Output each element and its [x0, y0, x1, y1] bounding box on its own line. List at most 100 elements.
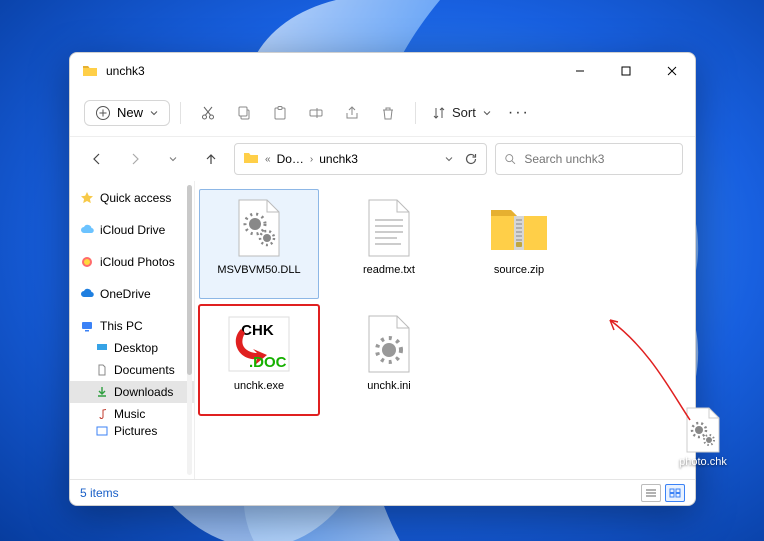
view-toggle [641, 484, 685, 502]
file-name: unchk.exe [234, 380, 284, 392]
separator [415, 102, 416, 124]
forward-button[interactable] [120, 144, 150, 174]
delete-button[interactable] [371, 96, 405, 130]
explorer-body: Quick access iCloud Drive iCloud Photos … [70, 181, 695, 479]
cut-button[interactable] [191, 96, 225, 130]
file-name: source.zip [494, 264, 544, 276]
file-item[interactable]: unchk.ini [329, 305, 449, 415]
icons-view-button[interactable] [665, 484, 685, 502]
pc-icon [80, 319, 94, 333]
desktop-icon [96, 342, 108, 354]
up-button[interactable] [196, 144, 226, 174]
sidebar-label: iCloud Drive [100, 223, 165, 237]
document-icon [96, 364, 108, 376]
ini-file-icon [357, 312, 421, 376]
download-icon [96, 386, 108, 398]
file-name: unchk.ini [367, 380, 410, 392]
sidebar-item-pictures[interactable]: Pictures [70, 425, 194, 437]
zip-file-icon [487, 196, 551, 260]
details-view-button[interactable] [641, 484, 661, 502]
sidebar-label: Downloads [114, 385, 173, 399]
toolbar: New Sort ··· [70, 89, 695, 137]
sidebar: Quick access iCloud Drive iCloud Photos … [70, 181, 195, 479]
photos-icon [80, 255, 94, 269]
breadcrumb-seg[interactable]: unchk3 [319, 152, 358, 166]
file-item[interactable]: readme.txt [329, 189, 449, 299]
more-button[interactable]: ··· [500, 104, 538, 122]
file-name: MSVBVM50.DLL [217, 264, 300, 276]
breadcrumb-seg[interactable]: Do… [277, 152, 304, 166]
breadcrumb-chevron: « [265, 154, 271, 165]
sidebar-label: OneDrive [100, 287, 151, 301]
file-item[interactable]: source.zip [459, 189, 579, 299]
chk-file-icon [681, 406, 725, 454]
paste-button[interactable] [263, 96, 297, 130]
sidebar-label: Music [114, 407, 145, 421]
sidebar-label: iCloud Photos [100, 255, 175, 269]
sidebar-item-icloud-drive[interactable]: iCloud Drive [70, 219, 194, 241]
rename-button[interactable] [299, 96, 333, 130]
file-item[interactable]: .CHK.DOC unchk.exe [199, 305, 319, 415]
new-label: New [117, 105, 143, 120]
file-item[interactable]: MSVBVM50.DLL [199, 189, 319, 299]
chevron-down-icon [149, 108, 159, 118]
file-list: MSVBVM50.DLL readme.txt source.zip .CHK.… [195, 181, 695, 479]
search-input[interactable] [524, 152, 674, 166]
folder-icon [82, 63, 98, 79]
sidebar-scrollbar[interactable] [187, 185, 192, 475]
exe-file-icon: .CHK.DOC [227, 312, 291, 376]
file-explorer-window: unchk3 New Sort ··· [69, 52, 696, 506]
window-controls [557, 55, 695, 87]
window-title: unchk3 [106, 64, 145, 78]
scrollbar-thumb[interactable] [187, 185, 192, 375]
search-icon [504, 152, 516, 166]
chevron-down-icon[interactable] [444, 154, 454, 164]
titlebar: unchk3 [70, 53, 695, 89]
sort-label: Sort [452, 105, 476, 120]
sort-icon [432, 106, 446, 120]
svg-text:.DOC: .DOC [249, 354, 287, 371]
sidebar-item-music[interactable]: Music [70, 403, 194, 425]
sidebar-item-icloud-photos[interactable]: iCloud Photos [70, 251, 194, 273]
sidebar-label: Quick access [100, 191, 171, 205]
search-box[interactable] [495, 143, 683, 175]
item-count: 5 items [80, 486, 119, 500]
refresh-button[interactable] [464, 152, 478, 166]
sidebar-label: Pictures [114, 425, 157, 437]
desktop-file-name: photo.chk [679, 456, 727, 468]
desktop-file[interactable]: photo.chk [668, 406, 738, 468]
chevron-right-icon: › [310, 154, 313, 165]
sidebar-item-quick-access[interactable]: Quick access [70, 187, 194, 209]
copy-button[interactable] [227, 96, 261, 130]
sidebar-label: Desktop [114, 341, 158, 355]
sidebar-item-desktop[interactable]: Desktop [70, 337, 194, 359]
close-button[interactable] [649, 55, 695, 87]
file-name: readme.txt [363, 264, 415, 276]
chevron-down-icon [482, 108, 492, 118]
maximize-button[interactable] [603, 55, 649, 87]
nav-row: « Do… › unchk3 [70, 137, 695, 181]
star-icon [80, 191, 94, 205]
sidebar-item-downloads[interactable]: Downloads [70, 381, 194, 403]
plus-circle-icon [95, 105, 111, 121]
pictures-icon [96, 425, 108, 437]
sidebar-item-this-pc[interactable]: This PC [70, 315, 194, 337]
back-button[interactable] [82, 144, 112, 174]
status-bar: 5 items [70, 479, 695, 505]
dll-file-icon [227, 196, 291, 260]
address-bar[interactable]: « Do… › unchk3 [234, 143, 487, 175]
music-icon [96, 408, 108, 420]
sidebar-item-onedrive[interactable]: OneDrive [70, 283, 194, 305]
share-button[interactable] [335, 96, 369, 130]
sidebar-label: This PC [100, 319, 143, 333]
sidebar-item-documents[interactable]: Documents [70, 359, 194, 381]
separator [180, 102, 181, 124]
new-button[interactable]: New [84, 100, 170, 126]
folder-icon [243, 150, 259, 169]
text-file-icon [357, 196, 421, 260]
cloud-icon [80, 223, 94, 237]
cloud-icon [80, 287, 94, 301]
recent-button[interactable] [158, 144, 188, 174]
minimize-button[interactable] [557, 55, 603, 87]
sort-button[interactable]: Sort [426, 105, 498, 120]
